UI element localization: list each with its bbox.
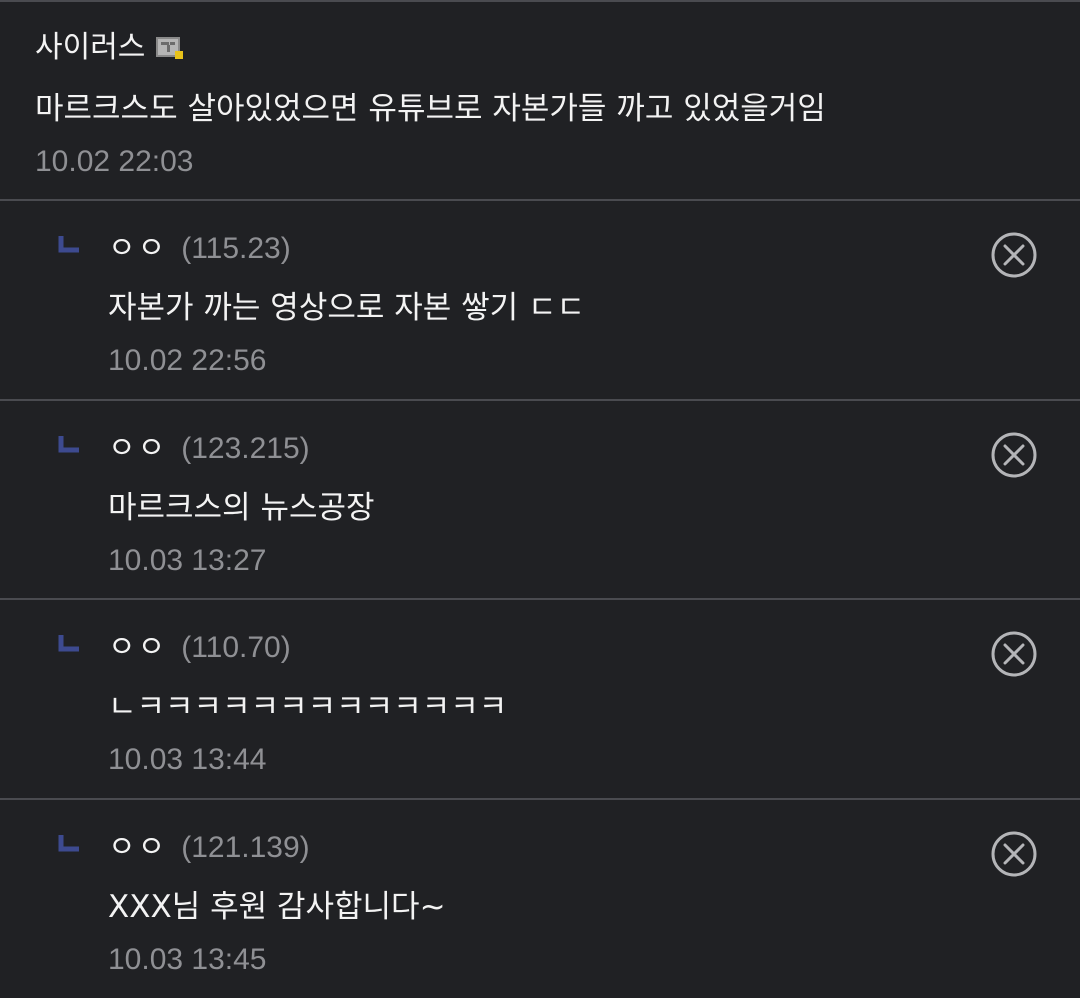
- reply-text: 마르크스의 뉴스공장: [108, 490, 375, 526]
- reply-ip: (110.70): [181, 631, 291, 664]
- gallog-icon[interactable]: [155, 34, 185, 62]
- reply-ip: (121.139): [181, 831, 310, 864]
- reply-nickname[interactable]: ㅇㅇ: [108, 828, 167, 868]
- reply-arrow-icon: [58, 235, 80, 255]
- reply-text: ㄴㅋㅋㅋㅋㅋㅋㅋㅋㅋㅋㅋㅋㅋ: [108, 689, 508, 725]
- reply-arrow-icon: [58, 834, 80, 854]
- delete-icon[interactable]: [990, 231, 1038, 279]
- reply-nickname[interactable]: ㅇㅇ: [108, 429, 167, 469]
- main-comment: 사이러스 마르크스도 살아있었으면 유튜브로 자본가들 까고 있었을거임 10.…: [0, 2, 1080, 199]
- reply-arrow-icon: [58, 435, 80, 455]
- comment-header: 사이러스: [35, 28, 185, 68]
- reply-arrow-icon: [58, 634, 80, 654]
- comment-nickname[interactable]: 사이러스: [35, 28, 145, 68]
- reply-text: XXX님 후원 감사합니다~: [108, 889, 446, 925]
- reply-header: ㅇㅇ (115.23): [108, 229, 291, 269]
- reply-date: 10.02 22:56: [108, 344, 267, 377]
- reply-text: 자본가 까는 영상으로 자본 쌓기 ㄷㄷ: [108, 290, 586, 326]
- reply-item: ㅇㅇ (121.139) XXX님 후원 감사합니다~ 10.03 13:45: [0, 800, 1080, 998]
- reply-ip: (123.215): [181, 432, 310, 465]
- comment-date: 10.02 22:03: [35, 145, 194, 178]
- reply-nickname[interactable]: ㅇㅇ: [108, 229, 167, 269]
- reply-nickname[interactable]: ㅇㅇ: [108, 628, 167, 668]
- reply-header: ㅇㅇ (123.215): [108, 429, 310, 469]
- reply-item: ㅇㅇ (115.23) 자본가 까는 영상으로 자본 쌓기 ㄷㄷ 10.02 2…: [0, 201, 1080, 399]
- delete-icon[interactable]: [990, 630, 1038, 678]
- delete-icon[interactable]: [990, 830, 1038, 878]
- reply-date: 10.03 13:45: [108, 943, 267, 976]
- reply-item: ㅇㅇ (110.70) ㄴㅋㅋㅋㅋㅋㅋㅋㅋㅋㅋㅋㅋㅋ 10.03 13:44: [0, 600, 1080, 798]
- reply-date: 10.03 13:44: [108, 743, 267, 776]
- comment-text: 마르크스도 살아있었으면 유튜브로 자본가들 까고 있었을거임: [35, 91, 826, 127]
- reply-item: ㅇㅇ (123.215) 마르크스의 뉴스공장 10.03 13:27: [0, 401, 1080, 599]
- reply-header: ㅇㅇ (110.70): [108, 628, 291, 668]
- reply-header: ㅇㅇ (121.139): [108, 828, 310, 868]
- reply-date: 10.03 13:27: [108, 544, 267, 577]
- delete-icon[interactable]: [990, 431, 1038, 479]
- reply-ip: (115.23): [181, 232, 291, 265]
